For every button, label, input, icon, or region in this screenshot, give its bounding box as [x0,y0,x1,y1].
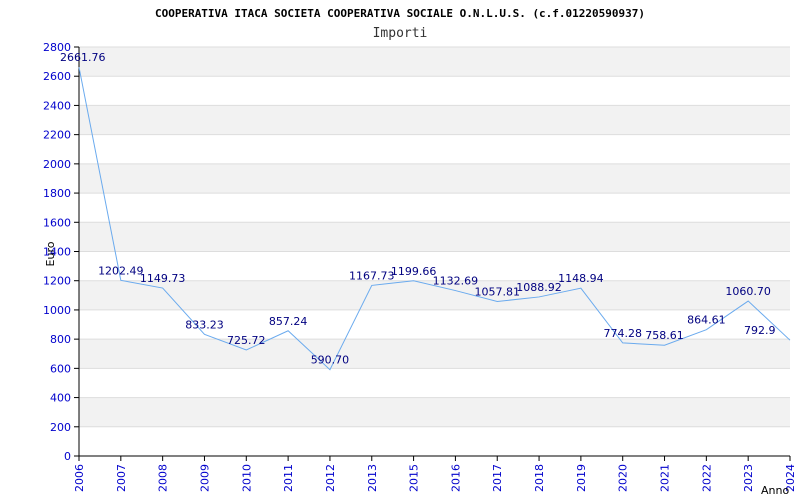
y-tick-label: 2200 [43,129,71,142]
y-tick-label: 0 [64,450,71,463]
x-axis-ticks: 2006 2007 2008 2009 2010 2011 2012 2013 2015 2016… [73,456,797,492]
x-tick-label: 2019 [575,464,588,492]
y-tick-label: 200 [50,421,71,434]
data-label: 1088.92 [516,281,562,294]
data-label: 1149.73 [140,272,186,285]
grid-band [79,222,790,252]
data-label: 1057.81 [474,285,520,298]
data-labels: 2661.76 1202.491149.73 833.23725.72857.24 5… [60,51,776,367]
chart-title: COOPERATIVA ITACA SOCIETA COOPERATIVA SO… [155,7,645,20]
y-tick-label: 600 [50,362,71,375]
data-label: 1202.49 [98,264,144,277]
y-tick-label: 1800 [43,187,71,200]
data-label: 792.9 [744,324,776,337]
data-label: 758.61 [645,329,684,342]
y-tick-label: 2000 [43,158,71,171]
x-tick-label: 2021 [659,464,672,492]
x-tick-label: 2017 [491,464,504,492]
y-tick-label: 1000 [43,304,71,317]
y-axis-label: Euro [44,241,57,266]
x-tick-label: 2008 [157,464,170,492]
grid-band [79,339,790,369]
y-tick-label: 2600 [43,70,71,83]
data-label: 1132.69 [433,275,479,288]
x-tick-label: 2010 [240,464,253,492]
line-chart: COOPERATIVA ITACA SOCIETA COOPERATIVA SO… [43,7,797,497]
data-label: 590.70 [311,354,350,367]
grid-band [79,163,790,194]
grid-band [79,105,790,135]
x-tick-label: 2007 [115,464,128,492]
x-axis-label: Anno [761,484,789,497]
x-tick-label: 2006 [73,464,86,492]
x-tick-label: 2012 [324,464,337,492]
x-tick-label: 2018 [533,464,546,492]
data-label: 1167.73 [349,269,395,282]
data-label: 774.28 [603,327,642,340]
y-tick-label: 2400 [43,99,71,112]
data-label: 833.23 [185,318,224,331]
y-tick-label: 800 [50,333,71,346]
background-bands [79,47,790,427]
y-tick-label: 1200 [43,275,71,288]
data-label: 1060.70 [725,285,771,298]
x-tick-label: 2022 [700,464,713,492]
grid-band [79,47,790,77]
grid-band [79,397,790,427]
data-label: 864.61 [687,314,726,327]
x-tick-label: 2015 [408,464,421,492]
x-tick-label: 2023 [742,464,755,492]
data-label: 725.72 [227,334,266,347]
data-label: 1148.94 [558,272,604,285]
y-tick-label: 1600 [43,216,71,229]
data-label: 857.24 [269,315,308,328]
x-tick-label: 2011 [282,464,295,492]
data-label: 1199.66 [391,265,437,278]
data-label: 2661.76 [60,51,106,64]
y-tick-label: 400 [50,392,71,405]
x-tick-label: 2016 [449,464,462,492]
chart-subtitle: Importi [373,26,428,41]
x-tick-label: 2013 [366,464,379,492]
x-tick-label: 2020 [617,464,630,492]
x-tick-label: 2009 [198,464,211,492]
